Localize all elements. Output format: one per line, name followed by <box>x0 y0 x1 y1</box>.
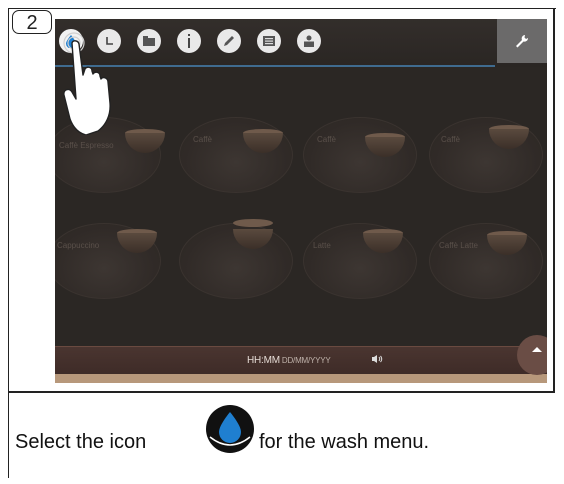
info-icon[interactable] <box>177 29 201 53</box>
status-bar: HH:MM DD/MM/YYYY <box>55 346 547 375</box>
drink-label: Caffè <box>193 135 212 144</box>
instruction-text-end: for the wash menu. <box>259 431 430 453</box>
cup-image <box>233 219 273 227</box>
pencil-icon[interactable] <box>217 29 241 53</box>
frame-border-right <box>553 8 555 393</box>
frame-divider <box>8 391 554 393</box>
drink-label: Latte <box>313 241 331 250</box>
status-bar-base <box>55 374 547 383</box>
toolbar <box>55 19 547 67</box>
wrench-icon[interactable] <box>497 19 547 63</box>
drink-label: Caffè Espresso <box>59 141 114 150</box>
drink-label: Caffè <box>441 135 460 144</box>
time-text: HH:MM <box>247 355 280 366</box>
drink-tile <box>179 117 293 193</box>
folder-icon[interactable] <box>137 29 161 53</box>
step-number: 2 <box>12 10 52 34</box>
drink-label: Caffè <box>317 135 336 144</box>
instruction-text-start: Select the icon <box>15 431 147 453</box>
clock-display: HH:MM DD/MM/YYYY <box>247 355 331 366</box>
pointing-hand-icon <box>60 31 122 136</box>
list-icon[interactable] <box>257 29 281 53</box>
machine-screen: Caffè Espresso Caffè Caffè Caffè Cappucc… <box>55 19 547 383</box>
drink-label: Cappuccino <box>57 241 100 250</box>
drink-label: Caffè Latte <box>439 241 478 250</box>
date-text: DD/MM/YYYY <box>281 356 331 365</box>
drink-tile <box>303 117 417 193</box>
water-drop-icon <box>204 403 256 455</box>
user-icon[interactable] <box>297 29 321 53</box>
speaker-icon[interactable] <box>371 354 383 366</box>
